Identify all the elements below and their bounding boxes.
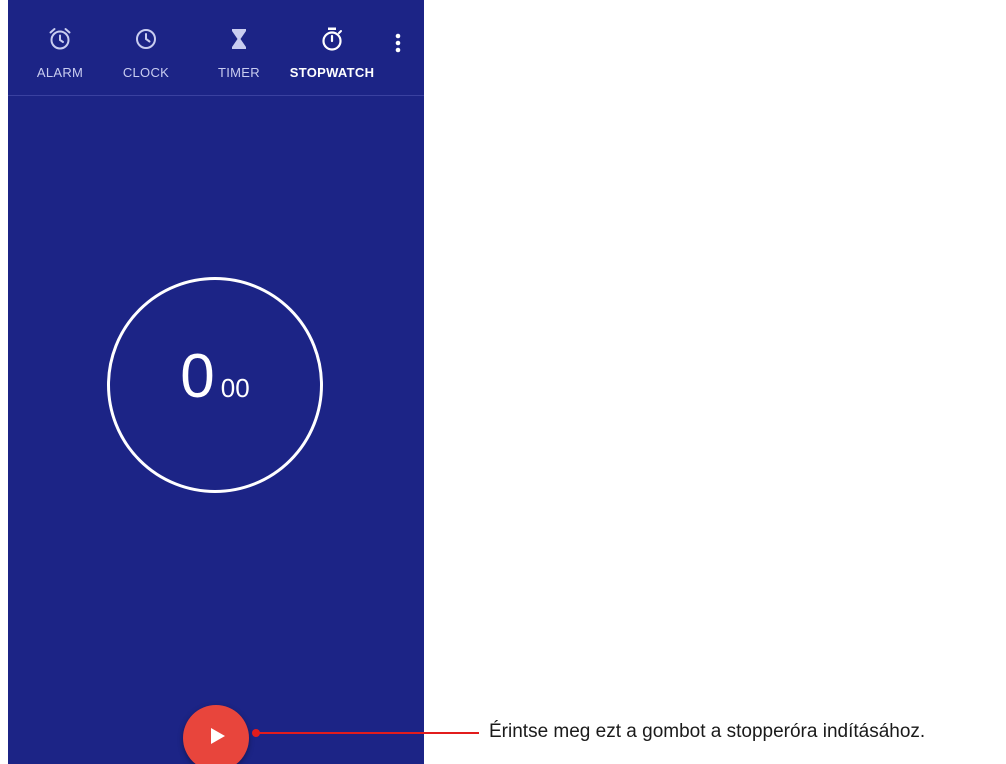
tab-label: CLOCK (122, 65, 170, 80)
play-icon (208, 727, 225, 749)
callout-line (258, 732, 479, 734)
tab-label: TIMER (218, 65, 260, 80)
clock-icon (133, 26, 159, 52)
tab-clock[interactable]: CLOCK (94, 0, 198, 95)
tab-bar: ALARM CLOCK TIMER STOPWATCH (8, 0, 424, 96)
tab-label: ALARM (36, 65, 84, 80)
tab-stopwatch[interactable]: STOPWATCH (280, 0, 384, 95)
stopwatch-dial: 0 00 (107, 277, 323, 493)
alarm-icon (47, 26, 73, 52)
callout-text: Érintse meg ezt a gombot a stopperóra in… (489, 721, 926, 742)
stopwatch-icon (319, 26, 345, 52)
tab-label: STOPWATCH (289, 65, 375, 80)
start-button[interactable] (183, 705, 249, 764)
tab-timer[interactable]: TIMER (187, 0, 291, 95)
more-options-button[interactable] (388, 32, 408, 58)
elapsed-seconds: 0 (180, 342, 215, 411)
more-vert-icon (395, 33, 401, 58)
stopwatch-screen: ALARM CLOCK TIMER STOPWATCH 0 00 (8, 0, 424, 764)
elapsed-time: 0 00 (110, 280, 320, 490)
elapsed-hundredths: 00 (220, 373, 250, 403)
hourglass-icon (226, 26, 252, 52)
